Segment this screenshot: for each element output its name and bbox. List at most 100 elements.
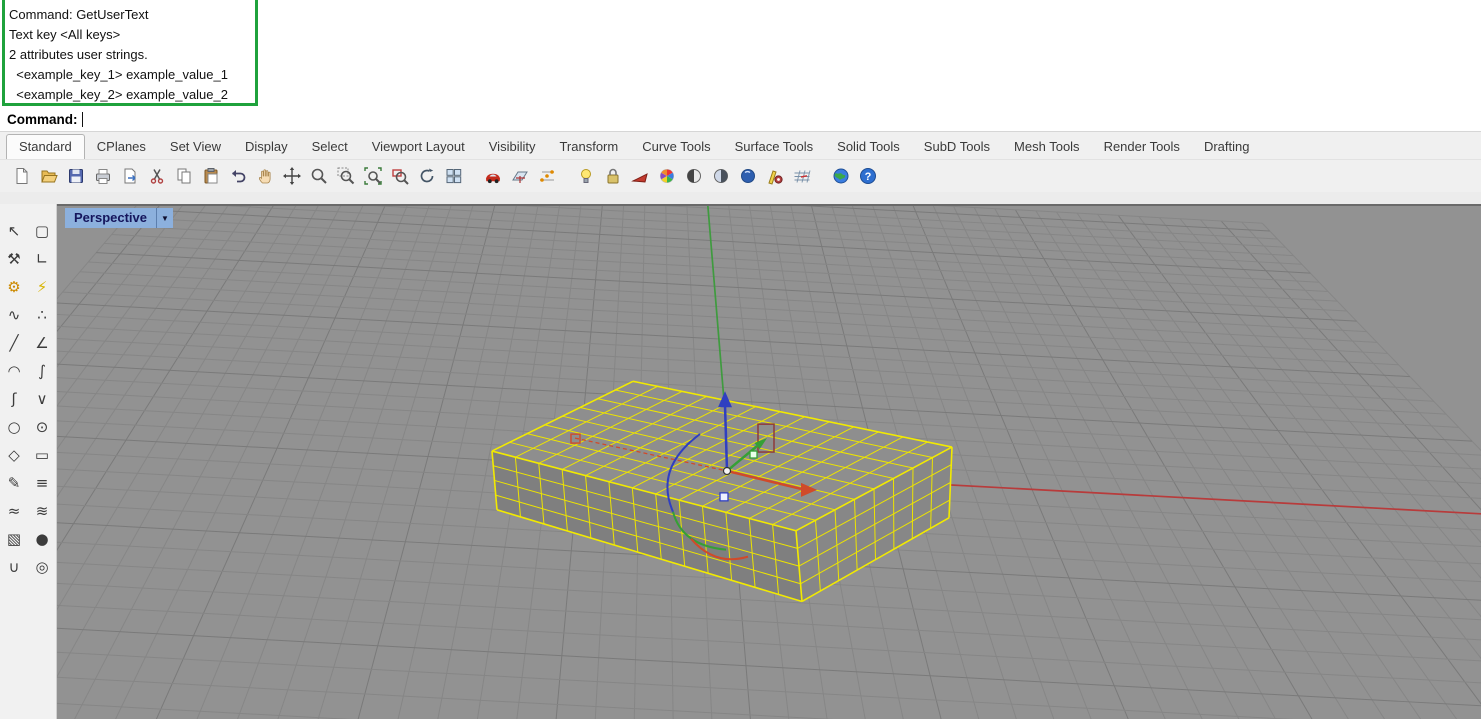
- history-line: 2 attributes user strings.: [9, 45, 255, 65]
- display-sphere-dark-button[interactable]: [680, 163, 707, 190]
- sidebar-tool-pencil-edit[interactable]: ✎: [1, 470, 27, 497]
- tab-subd-tools[interactable]: SubD Tools: [912, 135, 1002, 159]
- sidebar-tool-curve[interactable]: ∿: [1, 302, 27, 329]
- perspective-viewport[interactable]: Perspective ▼: [57, 204, 1481, 719]
- sidebar-tool-line[interactable]: ╱: [1, 330, 27, 357]
- tab-select[interactable]: Select: [300, 135, 360, 159]
- open-file-button[interactable]: [35, 163, 62, 190]
- pan-view-button[interactable]: [251, 163, 278, 190]
- set-cplane-icon: [510, 166, 530, 186]
- sidebar-tool-freeform[interactable]: ʃ: [1, 386, 27, 413]
- sidebar-tool-rectangle[interactable]: ▭: [29, 442, 55, 469]
- wedge-button[interactable]: [626, 163, 653, 190]
- loft-icon: ≋: [36, 504, 49, 519]
- command-prompt-row[interactable]: Command:: [0, 108, 1481, 132]
- sidebar-tool-surface[interactable]: ≈: [1, 498, 27, 525]
- set-cplane-button[interactable]: [506, 163, 533, 190]
- tab-drafting[interactable]: Drafting: [1192, 135, 1262, 159]
- paste-button[interactable]: [197, 163, 224, 190]
- tab-visibility[interactable]: Visibility: [477, 135, 548, 159]
- sidebar-tool-circle[interactable]: ○: [1, 414, 27, 441]
- sidebar-tool-circle-center[interactable]: ⊙: [29, 414, 55, 441]
- freeform-icon: ʃ: [11, 392, 16, 407]
- display-sphere-rendered-button[interactable]: [734, 163, 761, 190]
- polyline-icon: ∠: [35, 336, 48, 351]
- sidebar-tool-cylinder[interactable]: ∪: [1, 554, 27, 581]
- tab-set-view[interactable]: Set View: [158, 135, 233, 159]
- zoom-window-button[interactable]: [332, 163, 359, 190]
- v-curve-icon: ∨: [37, 392, 48, 407]
- export-page-button[interactable]: [116, 163, 143, 190]
- tab-surface-tools[interactable]: Surface Tools: [723, 135, 826, 159]
- sidebar-tool-lightning[interactable]: ⚡: [29, 274, 55, 301]
- sidebar-tool-box[interactable]: ▧: [1, 526, 27, 553]
- earth-globe-button[interactable]: [827, 163, 854, 190]
- print-button[interactable]: [89, 163, 116, 190]
- sidebar-tool-points[interactable]: ∴: [29, 302, 55, 329]
- help-button[interactable]: ?: [854, 163, 881, 190]
- tab-standard[interactable]: Standard: [6, 134, 85, 159]
- osnap-dots-button[interactable]: [533, 163, 560, 190]
- new-file-icon: [12, 166, 32, 186]
- rotate-view-button[interactable]: [413, 163, 440, 190]
- lock-button[interactable]: [599, 163, 626, 190]
- history-line: <example_key_2> example_value_2: [9, 85, 255, 105]
- sidebar-tool-window-select[interactable]: ▢: [29, 218, 55, 245]
- command-history: <example_key_2> example_value_2 Command:…: [0, 0, 1481, 108]
- zoom-extents-button[interactable]: [359, 163, 386, 190]
- move-button[interactable]: [278, 163, 305, 190]
- sidebar-tool-polyline[interactable]: ∠: [29, 330, 55, 357]
- cplane-grid-button[interactable]: [788, 163, 815, 190]
- display-sphere-shaded-button[interactable]: [707, 163, 734, 190]
- sidebar-tool-offset[interactable]: ≡: [29, 470, 55, 497]
- copy-button[interactable]: [170, 163, 197, 190]
- sidebar-tool-sphere[interactable]: ●: [29, 526, 55, 553]
- sidebar-tool-v-curve[interactable]: ∨: [29, 386, 55, 413]
- new-file-button[interactable]: [8, 163, 35, 190]
- named-view-car-button[interactable]: [479, 163, 506, 190]
- viewport-menu-dropdown[interactable]: ▼: [156, 208, 173, 228]
- color-wheel-icon: [657, 166, 677, 186]
- undo-button[interactable]: [224, 163, 251, 190]
- rotate-view-icon: [417, 166, 437, 186]
- sidebar-tool-curve-interp[interactable]: ∫: [29, 358, 55, 385]
- tab-mesh-tools[interactable]: Mesh Tools: [1002, 135, 1092, 159]
- pencil-edit-icon: ✎: [8, 476, 21, 491]
- tab-display[interactable]: Display: [233, 135, 300, 159]
- sidebar-tool-angle[interactable]: ∟: [29, 246, 55, 273]
- cplane-grid-icon: [792, 166, 812, 186]
- display-sphere-dark-icon: [684, 166, 704, 186]
- sidebar-tool-hammer[interactable]: ⚒: [1, 246, 27, 273]
- sidebar-tool-select[interactable]: ↖: [1, 218, 27, 245]
- lights-button[interactable]: [572, 163, 599, 190]
- box-icon: ▧: [7, 532, 21, 547]
- sidebar-tool-polygon[interactable]: ◇: [1, 442, 27, 469]
- viewport-canvas[interactable]: [57, 206, 1481, 719]
- points-icon: ∴: [37, 308, 47, 323]
- zoom-dynamic-button[interactable]: [305, 163, 332, 190]
- color-wheel-button[interactable]: [653, 163, 680, 190]
- sidebar-tool-torus[interactable]: ◎: [29, 554, 55, 581]
- viewport-layout-button[interactable]: [440, 163, 467, 190]
- sidebar-tool-loft[interactable]: ≋: [29, 498, 55, 525]
- tab-solid-tools[interactable]: Solid Tools: [825, 135, 912, 159]
- sidebar-tool-gear[interactable]: ⚙: [1, 274, 27, 301]
- cut-button[interactable]: [143, 163, 170, 190]
- tab-cplanes[interactable]: CPlanes: [85, 135, 158, 159]
- sidebar-tool-arc[interactable]: ◠: [1, 358, 27, 385]
- viewport-title[interactable]: Perspective: [65, 208, 156, 228]
- options-gear-button[interactable]: [761, 163, 788, 190]
- main-toolbar: ?: [0, 159, 1481, 192]
- paste-icon: [201, 166, 221, 186]
- save-file-button[interactable]: [62, 163, 89, 190]
- toolbar-spacer: [0, 192, 1481, 204]
- tab-transform[interactable]: Transform: [547, 135, 630, 159]
- history-lines: Command: GetUserTextText key <All keys>2…: [9, 5, 255, 105]
- tab-viewport-layout[interactable]: Viewport Layout: [360, 135, 477, 159]
- tab-render-tools[interactable]: Render Tools: [1092, 135, 1192, 159]
- tab-curve-tools[interactable]: Curve Tools: [630, 135, 722, 159]
- chevron-down-icon: ▼: [161, 214, 169, 223]
- history-line: Text key <All keys>: [9, 25, 255, 45]
- zoom-extents-icon: [363, 166, 383, 186]
- zoom-selected-button[interactable]: [386, 163, 413, 190]
